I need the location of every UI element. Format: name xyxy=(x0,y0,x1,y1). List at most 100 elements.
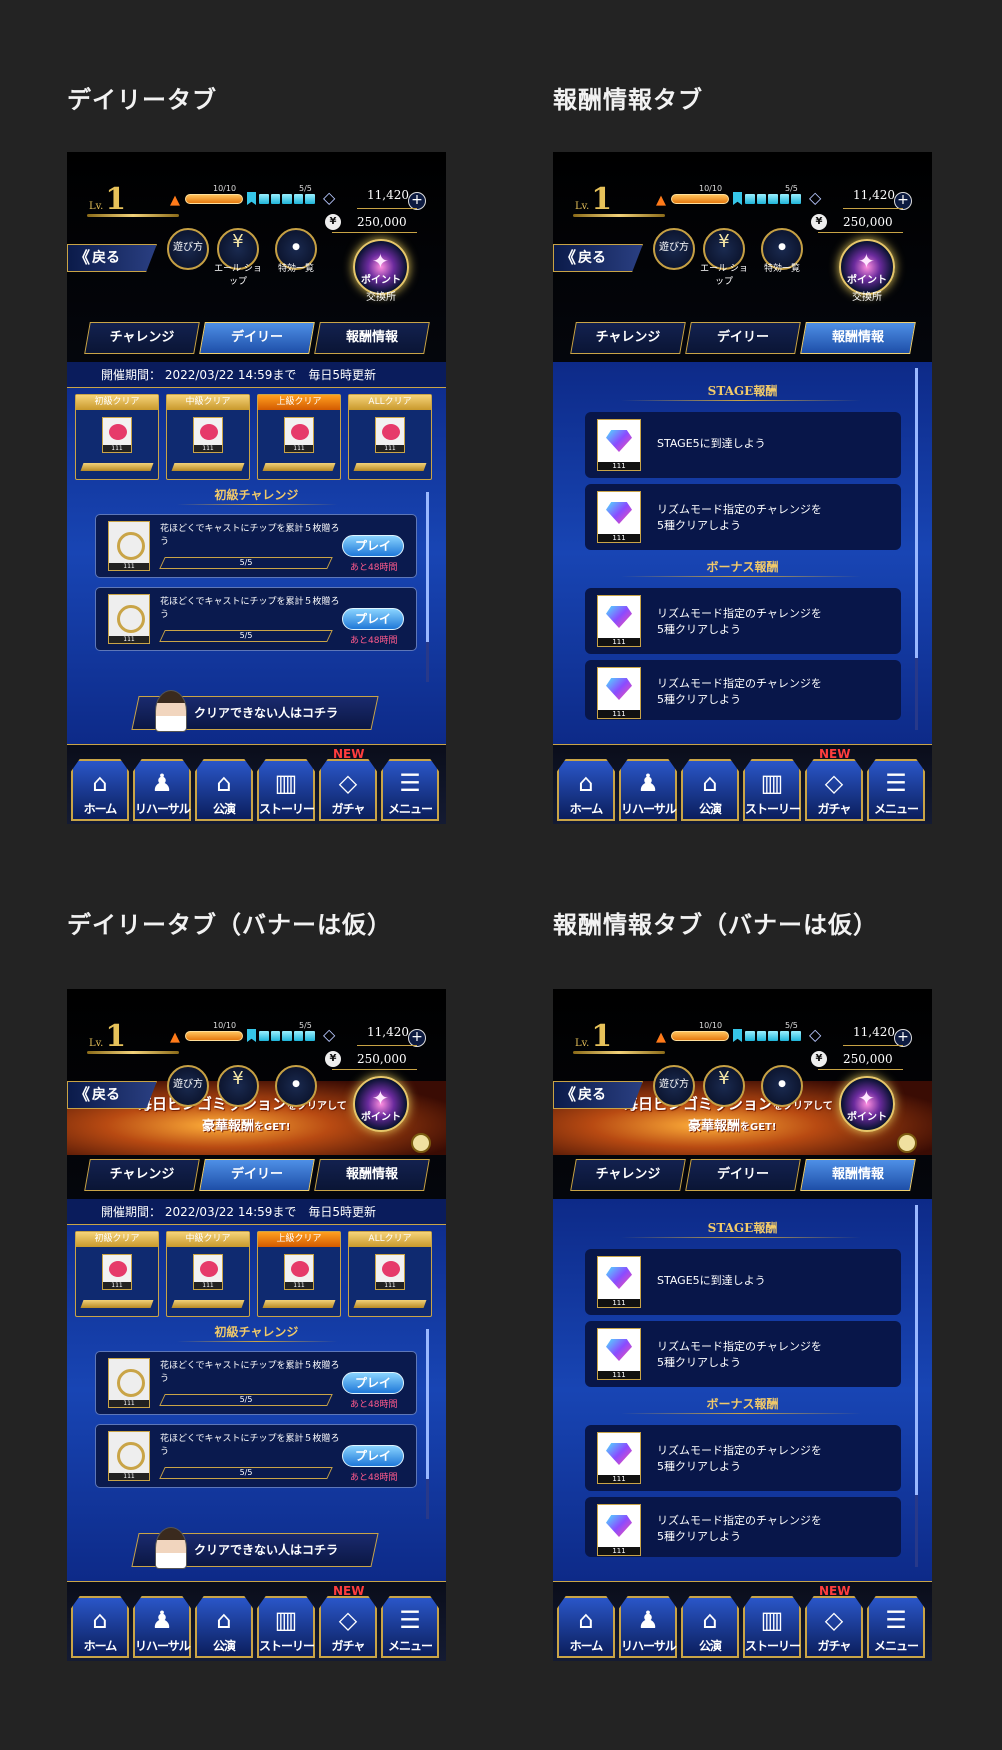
daily-content: 開催期間： 2022/03/22 14:59まで 毎日5時更新 初級クリア 111… xyxy=(67,362,446,744)
back-button[interactable]: 《戻る xyxy=(553,244,643,272)
gem-count: 11,420 xyxy=(853,1025,895,1039)
divider xyxy=(357,1045,417,1046)
tab-daily[interactable]: デイリー xyxy=(199,1159,315,1191)
nav-performance[interactable]: ⌂ 公演 xyxy=(195,759,253,821)
level-display: Lv.1 xyxy=(89,1019,127,1054)
diamond-icon: 111 xyxy=(597,595,641,647)
tab-daily[interactable]: デイリー xyxy=(199,322,315,354)
rank-reward-beginner[interactable]: 初級クリア 111 xyxy=(75,1231,159,1317)
nav-home[interactable]: ⌂ ホーム xyxy=(71,759,129,821)
nav-menu[interactable]: ☰ メニュー xyxy=(381,1596,439,1658)
howto-button[interactable]: 遊び方 xyxy=(167,1065,209,1107)
ring-icon: 111 xyxy=(108,594,150,644)
challenge-progress: 5/5 xyxy=(159,1394,333,1406)
howto-button[interactable]: 遊び方 xyxy=(167,228,209,270)
tab-reward[interactable]: 報酬情報 xyxy=(800,1159,916,1191)
flame-icon: ▲ xyxy=(656,1030,666,1045)
nav-home[interactable]: ⌂ ホーム xyxy=(557,1596,615,1658)
card-icon: 111 xyxy=(375,1254,405,1290)
tokko-label: 特効一覧 xyxy=(277,264,314,274)
stamina-text: 10/10 xyxy=(213,184,237,193)
nav-gacha[interactable]: ◇ ガチャ xyxy=(319,759,377,821)
rank-reward-all[interactable]: ALLクリア 111 xyxy=(348,1231,432,1317)
rank-reward-advanced[interactable]: 上級クリア 111 xyxy=(257,394,341,480)
nav-gacha[interactable]: ◇ ガチャ xyxy=(805,759,863,821)
back-button[interactable]: 《戻る xyxy=(553,1081,643,1109)
tab-reward[interactable]: 報酬情報 xyxy=(314,322,430,354)
nav-rehearsal[interactable]: ♟ リハーサル xyxy=(619,1596,677,1658)
play-button[interactable]: プレイ xyxy=(342,535,404,557)
tab-challenge[interactable]: チャレンジ xyxy=(570,1159,686,1191)
tab-challenge[interactable]: チャレンジ xyxy=(84,322,200,354)
person-icon: ● xyxy=(292,1079,300,1089)
menu-icon: ☰ xyxy=(885,769,907,797)
tokko-button[interactable]: ● xyxy=(761,1065,803,1107)
point-exchange-button[interactable]: ✦ ポイント xyxy=(839,1076,895,1132)
phone-daily: Lv.1 ▲ 10/10 5/5 ◇ 11,420 + ¥ 250,000 《戻… xyxy=(67,152,446,824)
point-exchange-button[interactable]: ✦ ポイント xyxy=(839,239,895,295)
chevron-left-icon: 《 xyxy=(74,248,91,267)
scrollbar[interactable] xyxy=(915,368,918,730)
tab-reward[interactable]: 報酬情報 xyxy=(314,1159,430,1191)
daily-content: 開催期間： 2022/03/22 14:59まで 毎日5時更新 初級クリア 111… xyxy=(67,1199,446,1581)
divider xyxy=(621,1413,861,1414)
diamond-icon: 111 xyxy=(597,491,641,543)
nav-story[interactable]: ▥ ストーリー xyxy=(743,1596,801,1658)
point-exchange-button[interactable]: ✦ ポイント xyxy=(353,239,409,295)
nav-performance[interactable]: ⌂ 公演 xyxy=(195,1596,253,1658)
nav-performance[interactable]: ⌂ 公演 xyxy=(681,759,739,821)
nav-menu[interactable]: ☰ メニュー xyxy=(381,759,439,821)
nav-performance[interactable]: ⌂ 公演 xyxy=(681,1596,739,1658)
nav-menu[interactable]: ☰ メニュー xyxy=(867,759,925,821)
rank-reward-intermediate[interactable]: 中級クリア 111 xyxy=(166,394,250,480)
performance-icon: ⌂ xyxy=(702,769,718,797)
compass-star-icon: ✦ xyxy=(372,249,389,273)
stamina-text: 10/10 xyxy=(699,184,723,193)
nav-story[interactable]: ▥ ストーリー xyxy=(743,759,801,821)
reward-item: 111 リズムモード指定のチャレンジを 5種クリアしよう xyxy=(585,660,901,720)
nav-gacha[interactable]: ◇ ガチャ xyxy=(319,1596,377,1658)
tab-challenge[interactable]: チャレンジ xyxy=(570,322,686,354)
scrollbar[interactable] xyxy=(915,1205,918,1567)
rank-reward-intermediate[interactable]: 中級クリア 111 xyxy=(166,1231,250,1317)
section-title-stage: STAGE報酬 xyxy=(707,384,778,398)
nav-rehearsal[interactable]: ♟ リハーサル xyxy=(619,759,677,821)
compass-star-icon: ✦ xyxy=(372,1086,389,1110)
nav-home[interactable]: ⌂ ホーム xyxy=(71,1596,129,1658)
bp-bar xyxy=(745,1031,801,1041)
howto-button[interactable]: 遊び方 xyxy=(653,1065,695,1107)
story-icon: ▥ xyxy=(760,1606,784,1634)
rank-reward-advanced[interactable]: 上級クリア 111 xyxy=(257,1231,341,1317)
tokko-button[interactable]: ● xyxy=(275,1065,317,1107)
ale-shop-button[interactable]: ¥ xyxy=(703,1065,745,1107)
howto-button[interactable]: 遊び方 xyxy=(653,228,695,270)
nav-story[interactable]: ▥ ストーリー xyxy=(257,1596,315,1658)
yen-count: 250,000 xyxy=(357,215,407,229)
play-button[interactable]: プレイ xyxy=(342,608,404,630)
nav-home[interactable]: ⌂ ホーム xyxy=(557,759,615,821)
nav-story[interactable]: ▥ ストーリー xyxy=(257,759,315,821)
rank-reward-all[interactable]: ALLクリア 111 xyxy=(348,394,432,480)
bp-text: 5/5 xyxy=(299,1021,312,1030)
reward-item: 111 リズムモード指定のチャレンジを 5種クリアしよう xyxy=(585,1425,901,1491)
yen-icon: ¥ xyxy=(811,1051,827,1067)
tab-daily[interactable]: デイリー xyxy=(685,322,801,354)
play-button[interactable]: プレイ xyxy=(342,1372,404,1394)
play-button[interactable]: プレイ xyxy=(342,1445,404,1467)
back-button[interactable]: 《戻る xyxy=(67,244,157,272)
nav-menu[interactable]: ☰ メニュー xyxy=(867,1596,925,1658)
scrollbar[interactable] xyxy=(426,492,429,682)
tab-challenge[interactable]: チャレンジ xyxy=(84,1159,200,1191)
challenge-progress: 5/5 xyxy=(159,630,333,642)
nav-rehearsal[interactable]: ♟ リハーサル xyxy=(133,1596,191,1658)
nav-gacha[interactable]: ◇ ガチャ xyxy=(805,1596,863,1658)
tab-reward[interactable]: 報酬情報 xyxy=(800,322,916,354)
rank-reward-beginner[interactable]: 初級クリア 111 xyxy=(75,394,159,480)
nav-rehearsal[interactable]: ♟ リハーサル xyxy=(133,759,191,821)
yen-icon: ¥ xyxy=(811,214,827,230)
back-button[interactable]: 《戻る xyxy=(67,1081,157,1109)
ale-shop-button[interactable]: ¥ xyxy=(217,1065,259,1107)
tab-daily[interactable]: デイリー xyxy=(685,1159,801,1191)
point-exchange-button[interactable]: ✦ ポイント xyxy=(353,1076,409,1132)
scrollbar[interactable] xyxy=(426,1329,429,1519)
